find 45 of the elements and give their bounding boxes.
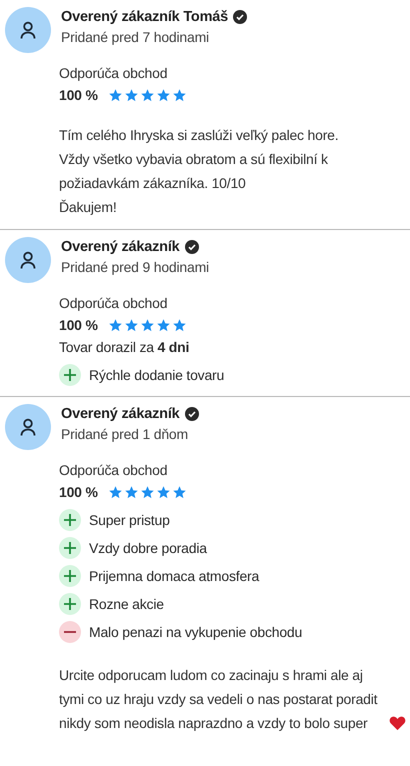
star-icon [124,318,139,332]
star-icon [108,484,123,500]
star-icon [124,88,139,102]
review-text: Tím celého Ihryska si zaslúži veľký palec hore. Vždy všetko vybavia obratom a sú flexibilní k požiadavkám zákazníka. 10/10 Ďakujem! [59,126,340,217]
star-icon [108,88,123,102]
star-icon [140,318,155,332]
review-point: Prijemna domaca atmosfera [89,568,260,584]
recommend-label: Odporúča obchod [59,295,168,311]
rating-percent: 100 % [59,87,98,103]
review-date: Pridané pred 9 hodinami [61,259,209,275]
star-icon [156,318,171,332]
recommend-label: Odporúča obchod [59,65,168,81]
review-text: Urcite odporucam ludom co zacinaju s hrami ale aj tymi co uz hraju vzdy sa vedeli o nas postarat poradit nikdy som neodisla naprazdno a vzdy to bolo super [59,666,378,733]
star-icon [172,484,187,500]
plus-icon [59,364,81,386]
plus-icon [59,593,81,615]
star-icon [140,88,155,102]
review-date: Pridané pred 7 hodinami [61,29,210,45]
avatar [5,237,51,283]
avatar [5,7,51,53]
star-icon [172,318,187,332]
review-point: Malo penazi na vykupenie obchodu [89,624,302,640]
reviewer-name: Overený zákazník Tomáš [61,9,228,25]
recommend-label: Odporúča obchod [59,462,168,478]
review-point: Rozne akcie [89,596,164,612]
star-icon [140,484,155,500]
review-point: Vzdy dobre poradia [89,540,207,556]
star-icon [156,484,171,500]
delivery-time: Tovar dorazil za 4 dni [59,339,190,355]
minus-icon [59,621,81,643]
star-icon [108,318,123,332]
star-icon [172,88,187,102]
reviewer-name: Overený zákazník [61,239,180,255]
star-icon [124,484,139,500]
reviewer-name: Overený zákazník [61,406,180,422]
review-point: Super pristup [89,512,170,528]
review-point: Rýchle dodanie tovaru [89,367,224,383]
plus-icon [59,537,81,559]
star-icon [156,88,171,102]
rating-percent: 100 % [59,484,98,500]
plus-icon [59,509,81,531]
avatar [5,404,51,450]
review-date: Pridané pred 1 dňom [61,426,189,442]
plus-icon [59,565,81,587]
rating-percent: 100 % [59,317,98,333]
